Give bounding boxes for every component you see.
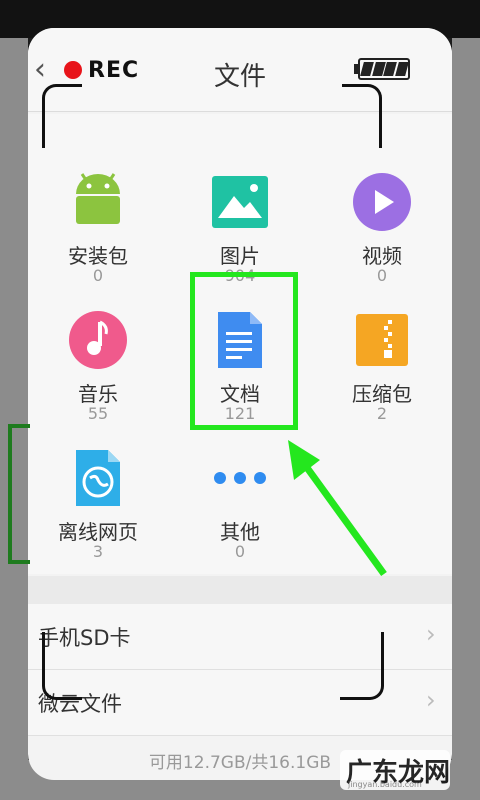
- category-video[interactable]: 视频 0: [312, 162, 452, 300]
- pointer-arrow: [288, 440, 387, 577]
- category-archives[interactable]: 压缩包 2: [312, 300, 452, 438]
- category-label: 安装包: [68, 244, 128, 268]
- battery-icon: [358, 58, 410, 80]
- category-music[interactable]: 音乐 55: [28, 300, 168, 438]
- category-apk[interactable]: 安装包 0: [28, 162, 168, 300]
- category-label: 压缩包: [352, 382, 412, 406]
- android-icon: [76, 173, 120, 224]
- chevron-right-icon: ›: [426, 620, 436, 648]
- corner-bracket: [342, 84, 382, 148]
- web-page-icon: [76, 450, 120, 506]
- category-offline-pages[interactable]: 离线网页 3: [28, 438, 168, 576]
- section-divider: [28, 576, 452, 604]
- highlight-box: [190, 272, 298, 430]
- storage-item-weiyun[interactable]: 微云文件 ›: [28, 670, 452, 736]
- category-count: 3: [92, 542, 104, 561]
- watermark: 广东龙网 jingyan.baidu.com: [340, 750, 450, 790]
- category-label: 视频: [362, 244, 402, 268]
- watermark-sub: jingyan.baidu.com: [348, 780, 422, 789]
- image-icon: [212, 176, 268, 228]
- play-icon: [353, 173, 411, 231]
- left-frame: [0, 38, 28, 800]
- category-count: 0: [376, 266, 388, 285]
- storage-item-sd-card[interactable]: 手机SD卡 ›: [28, 604, 452, 670]
- more-dots-icon: [214, 472, 266, 484]
- header-bar: ‹ REC 文件: [28, 28, 452, 112]
- category-label: 离线网页: [58, 520, 138, 544]
- right-frame: [452, 38, 480, 800]
- category-label: 图片: [220, 244, 260, 268]
- corner-bracket: [42, 632, 82, 700]
- category-label: 音乐: [78, 382, 118, 406]
- category-count: 0: [92, 266, 104, 285]
- side-marker: [8, 424, 30, 564]
- corner-bracket: [340, 632, 384, 700]
- music-icon: [69, 311, 127, 369]
- category-count: 55: [87, 404, 109, 423]
- corner-bracket: [42, 84, 82, 148]
- zip-icon: [356, 314, 408, 366]
- chevron-right-icon: ›: [426, 686, 436, 714]
- category-count: 2: [376, 404, 388, 423]
